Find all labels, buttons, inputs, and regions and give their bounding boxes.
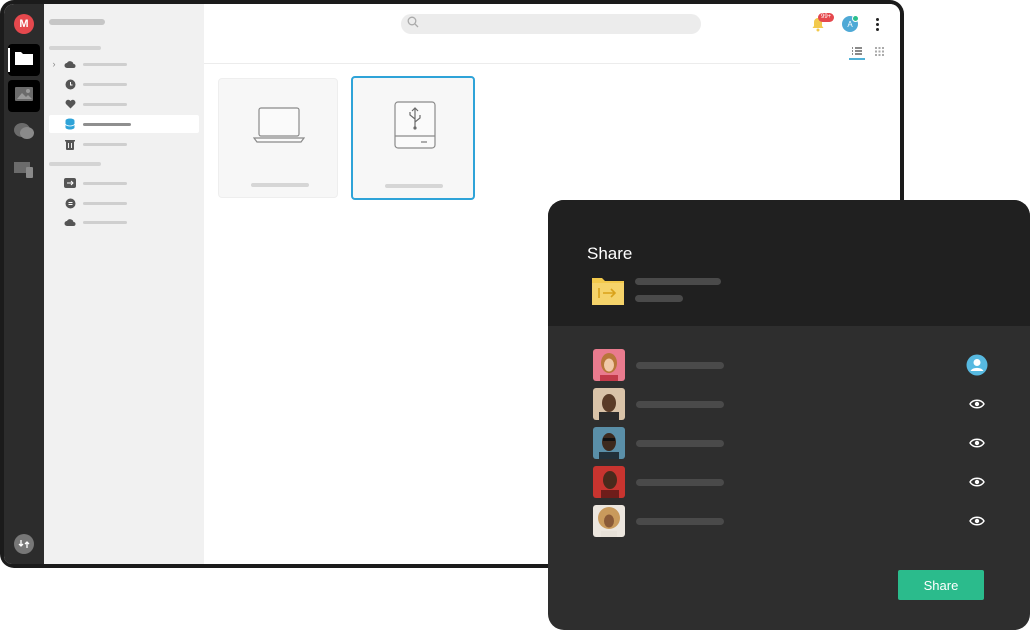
search-input[interactable] bbox=[423, 18, 693, 30]
usb-drive-icon bbox=[385, 100, 445, 150]
sidebar: › bbox=[44, 4, 204, 564]
sidebar-item-links[interactable] bbox=[49, 194, 199, 212]
laptop-icon bbox=[249, 101, 309, 151]
list-view-toggle[interactable] bbox=[849, 44, 865, 60]
contact-name-placeholder bbox=[636, 440, 724, 447]
sidebar-item-backups[interactable] bbox=[49, 115, 199, 133]
eye-icon[interactable] bbox=[966, 510, 988, 532]
link-icon bbox=[63, 196, 77, 210]
eye-icon[interactable] bbox=[966, 432, 988, 454]
header-divider bbox=[204, 63, 800, 64]
account-avatar[interactable]: A bbox=[842, 15, 859, 32]
icon-rail: M bbox=[4, 4, 44, 564]
sidebar-item-favourites[interactable] bbox=[49, 95, 199, 113]
contact-avatar bbox=[593, 388, 625, 420]
trash-icon bbox=[63, 137, 77, 151]
sidebar-item-cloud-drive[interactable]: › bbox=[49, 55, 199, 73]
sidebar-item-label-placeholder bbox=[83, 62, 127, 66]
sidebar-item-label-placeholder bbox=[83, 201, 127, 205]
sidebar-item-label-placeholder bbox=[83, 220, 127, 224]
more-options-button[interactable] bbox=[872, 16, 882, 32]
recents-icon bbox=[63, 77, 77, 91]
grid-view-icon bbox=[874, 43, 884, 61]
sidebar-item-label-placeholder bbox=[83, 82, 127, 86]
rail-devices-button[interactable] bbox=[8, 156, 40, 188]
cloud-drive-icon bbox=[63, 57, 77, 71]
contact-avatar bbox=[593, 466, 625, 498]
devices-icon bbox=[13, 160, 35, 185]
sidebar-item-label-placeholder bbox=[83, 142, 127, 146]
contact-name-placeholder bbox=[636, 479, 724, 486]
sidebar-item-label-placeholder bbox=[83, 102, 127, 106]
sidebar-item-label-placeholder bbox=[83, 122, 131, 126]
search-icon bbox=[407, 15, 419, 33]
chevron-right-icon[interactable]: › bbox=[49, 59, 59, 69]
photos-icon bbox=[14, 86, 34, 107]
eye-icon[interactable] bbox=[966, 471, 988, 493]
account-name-placeholder bbox=[49, 19, 105, 25]
owner-icon bbox=[966, 354, 988, 376]
sidebar-item-cloud[interactable] bbox=[49, 213, 199, 231]
app-logo[interactable]: M bbox=[14, 14, 34, 34]
shared-folder-icon bbox=[592, 276, 624, 306]
share-dialog: Share Share bbox=[548, 200, 1030, 630]
contact-avatar bbox=[593, 349, 625, 381]
search-field[interactable] bbox=[401, 14, 701, 34]
notification-badge: 99+ bbox=[818, 13, 835, 22]
contact-avatar bbox=[593, 427, 625, 459]
folder-icon bbox=[14, 50, 34, 71]
sidebar-item-label-placeholder bbox=[83, 181, 127, 185]
section-label-placeholder bbox=[49, 162, 101, 166]
contact-row[interactable] bbox=[593, 427, 988, 459]
contact-row[interactable] bbox=[593, 349, 988, 381]
contact-name-placeholder bbox=[636, 362, 724, 369]
rail-chat-button[interactable] bbox=[8, 118, 40, 150]
sidebar-item-recents[interactable] bbox=[49, 75, 199, 93]
contact-name-placeholder bbox=[636, 401, 724, 408]
database-icon bbox=[63, 117, 77, 131]
tile-label-placeholder bbox=[385, 184, 443, 188]
list-view-icon bbox=[852, 42, 862, 60]
section-label-placeholder bbox=[49, 46, 101, 50]
folder-info-placeholder bbox=[635, 295, 683, 302]
device-tile-laptop[interactable] bbox=[218, 78, 338, 198]
sidebar-item-rubbish-bin[interactable] bbox=[49, 135, 199, 153]
heart-icon bbox=[63, 97, 77, 111]
tile-label-placeholder bbox=[251, 183, 309, 187]
cloud-icon bbox=[63, 215, 77, 229]
chat-icon bbox=[13, 122, 35, 147]
share-dialog-title: Share bbox=[587, 244, 633, 263]
shared-items-icon bbox=[63, 176, 77, 190]
contact-row[interactable] bbox=[593, 388, 988, 420]
rail-photos-button[interactable] bbox=[8, 80, 40, 112]
rail-cloud-drive-button[interactable] bbox=[8, 44, 40, 76]
device-tile-usb[interactable] bbox=[351, 76, 475, 200]
folder-name-placeholder bbox=[635, 278, 721, 285]
contact-name-placeholder bbox=[636, 518, 724, 525]
sidebar-item-shared-items[interactable] bbox=[49, 174, 199, 192]
eye-icon[interactable] bbox=[966, 393, 988, 415]
top-bar: 99+ A bbox=[204, 4, 900, 44]
screen: M › 99+ A Share Share bbox=[0, 0, 1030, 630]
share-button[interactable]: Share bbox=[898, 570, 984, 600]
contact-row[interactable] bbox=[593, 466, 988, 498]
kebab-menu-icon bbox=[875, 17, 879, 31]
contact-row[interactable] bbox=[593, 505, 988, 537]
contact-avatar bbox=[593, 505, 625, 537]
grid-view-toggle[interactable] bbox=[871, 44, 887, 60]
sync-icon[interactable] bbox=[14, 534, 34, 554]
